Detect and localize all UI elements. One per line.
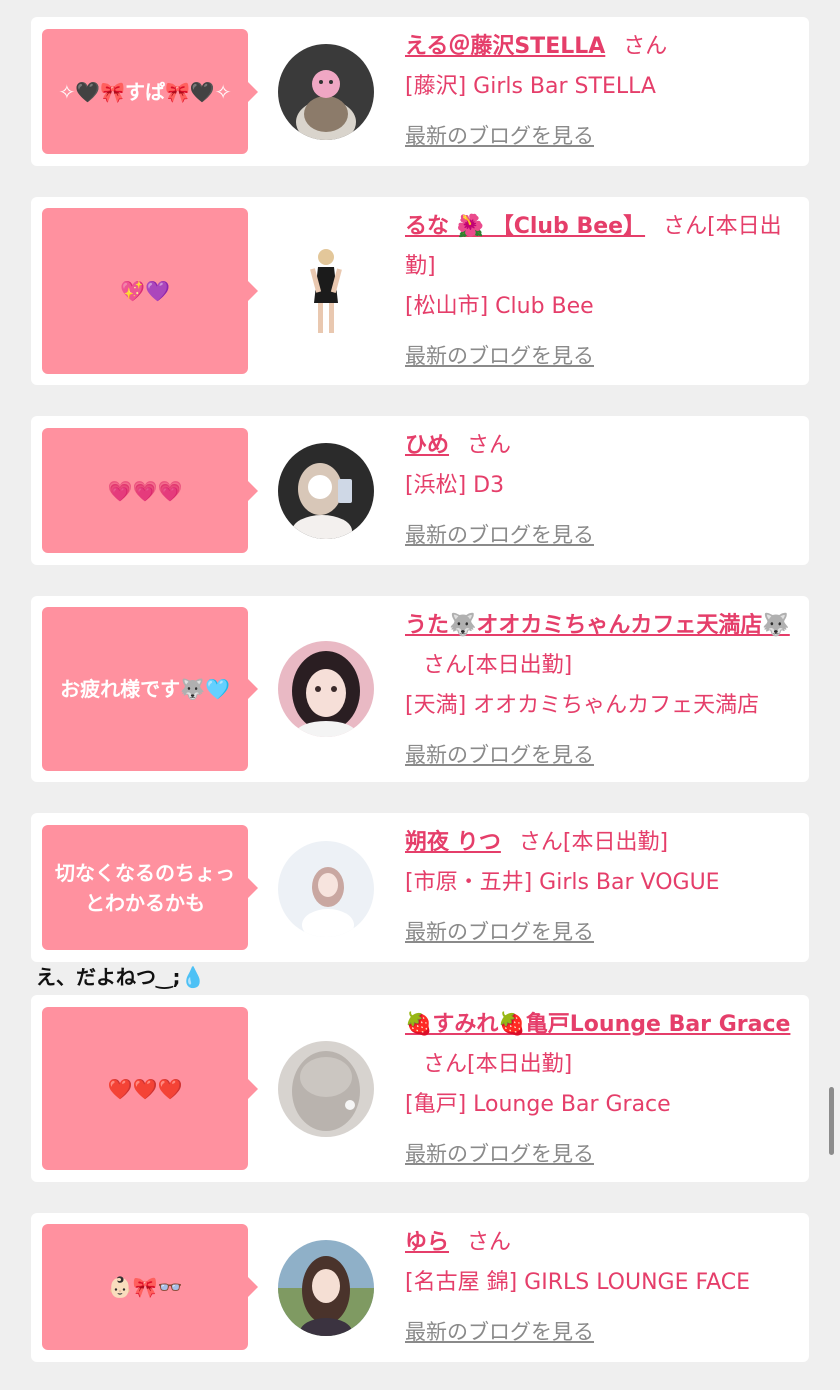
san-suffix: さん	[623, 34, 668, 59]
status-label: [本日出勤]	[467, 1052, 573, 1077]
shop-label: [松山市] Club Bee	[405, 294, 594, 319]
cast-info: ひめ さん [浜松] D3 最新のブログを見る	[405, 426, 801, 555]
latest-blog-link[interactable]: 最新のブログを見る	[405, 912, 801, 952]
blog-card: 切なくなるのちょっとわかるかも 朔夜 りつ さん[本日出勤] [市原・五井] Gi…	[31, 813, 809, 962]
latest-blog-link[interactable]: 最新のブログを見る	[405, 336, 801, 376]
avatar[interactable]	[278, 1240, 374, 1336]
cast-info: える＠藤沢STELLA さん [藤沢] Girls Bar STELLA 最新のブ…	[405, 27, 801, 156]
message-bubble: 👶🏻🎀👓	[42, 1224, 258, 1350]
cast-info: 🍓すみれ🍓亀戸Lounge Bar Grace さん[本日出勤] [亀戸] Lou…	[405, 1005, 801, 1174]
overflow-bubble-text: え、だよねつ‿;💧	[36, 965, 206, 989]
cast-name-link[interactable]: 朔夜 りつ	[405, 830, 501, 855]
status-label: [本日出勤]	[467, 653, 573, 678]
status-label: [本日出勤]	[562, 830, 669, 855]
latest-blog-link[interactable]: 最新のブログを見る	[405, 116, 801, 156]
cast-name-link[interactable]: 🍓すみれ🍓亀戸Lounge Bar Grace	[405, 1012, 790, 1037]
shop-label: [藤沢] Girls Bar STELLA	[405, 74, 656, 99]
message-bubble: 切なくなるのちょっとわかるかも	[42, 825, 258, 950]
cast-info: ゆら さん [名古屋 錦] GIRLS LOUNGE FACE 最新のブログを見る	[405, 1223, 801, 1352]
avatar[interactable]	[278, 1041, 374, 1137]
message-bubble: 💗💗💗	[42, 428, 258, 553]
avatar[interactable]	[278, 641, 374, 737]
latest-blog-link[interactable]: 最新のブログを見る	[405, 1134, 801, 1174]
shop-label: [浜松] D3	[405, 473, 505, 498]
cast-name-link[interactable]: るな 🌺 【Club Bee】	[405, 214, 645, 239]
shop-label: [天満] オオカミちゃんカフェ天満店	[405, 693, 760, 718]
blog-card: お疲れ様です🐺🩵 うた🐺オオカミちゃんカフェ天満店🐺 さん[本日出勤] [天満] …	[31, 596, 809, 782]
scrollbar-thumb[interactable]	[829, 1087, 834, 1155]
shop-label: [市原・五井] Girls Bar VOGUE	[405, 870, 720, 895]
avatar[interactable]	[298, 245, 354, 337]
blog-card: ❤️❤️❤️ 🍓すみれ🍓亀戸Lounge Bar Grace さん[本日出勤] […	[31, 995, 809, 1182]
cast-info: うた🐺オオカミちゃんカフェ天満店🐺 さん[本日出勤] [天満] オオカミちゃんカフ…	[405, 606, 801, 775]
avatar[interactable]	[278, 443, 374, 539]
blog-card: 👶🏻🎀👓 ゆら さん [名古屋 錦] GIRLS LOUNGE FACE 最新のブ…	[31, 1213, 809, 1362]
avatar[interactable]	[278, 841, 374, 937]
blog-card: ✧🖤🎀すぱ🎀🖤✧ える＠藤沢STELLA さん [藤沢] Girls Bar ST…	[31, 17, 809, 166]
shop-label: [名古屋 錦] GIRLS LOUNGE FACE	[405, 1270, 751, 1295]
message-bubble: お疲れ様です🐺🩵	[42, 607, 258, 771]
message-bubble: ✧🖤🎀すぱ🎀🖤✧	[42, 29, 258, 154]
san-suffix: さん	[518, 830, 563, 855]
blog-card: 💖💜 るな 🌺 【Club Bee】 さん[本日出勤] [松山市] Club Be…	[31, 197, 809, 385]
san-suffix: さん	[663, 214, 708, 239]
latest-blog-link[interactable]: 最新のブログを見る	[405, 1312, 801, 1352]
avatar[interactable]	[278, 44, 374, 140]
cast-info: るな 🌺 【Club Bee】 さん[本日出勤] [松山市] Club Bee 最…	[405, 207, 801, 376]
message-bubble: ❤️❤️❤️	[42, 1007, 258, 1170]
cast-name-link[interactable]: ひめ	[405, 433, 449, 458]
cast-name-link[interactable]: うた🐺オオカミちゃんカフェ天満店🐺	[405, 613, 790, 638]
san-suffix: さん	[467, 433, 512, 458]
cast-name-link[interactable]: える＠藤沢STELLA	[405, 34, 605, 59]
san-suffix: さん	[423, 1052, 468, 1077]
cast-info: 朔夜 りつ さん[本日出勤] [市原・五井] Girls Bar VOGUE 最新…	[405, 823, 801, 952]
san-suffix: さん	[423, 653, 468, 678]
message-bubble: 💖💜	[42, 208, 258, 374]
shop-label: [亀戸] Lounge Bar Grace	[405, 1092, 671, 1117]
san-suffix: さん	[467, 1230, 512, 1255]
blog-card: 💗💗💗 ひめ さん [浜松] D3 最新のブログを見る	[31, 416, 809, 565]
latest-blog-link[interactable]: 最新のブログを見る	[405, 735, 801, 775]
cast-name-link[interactable]: ゆら	[405, 1230, 449, 1255]
latest-blog-link[interactable]: 最新のブログを見る	[405, 515, 801, 555]
